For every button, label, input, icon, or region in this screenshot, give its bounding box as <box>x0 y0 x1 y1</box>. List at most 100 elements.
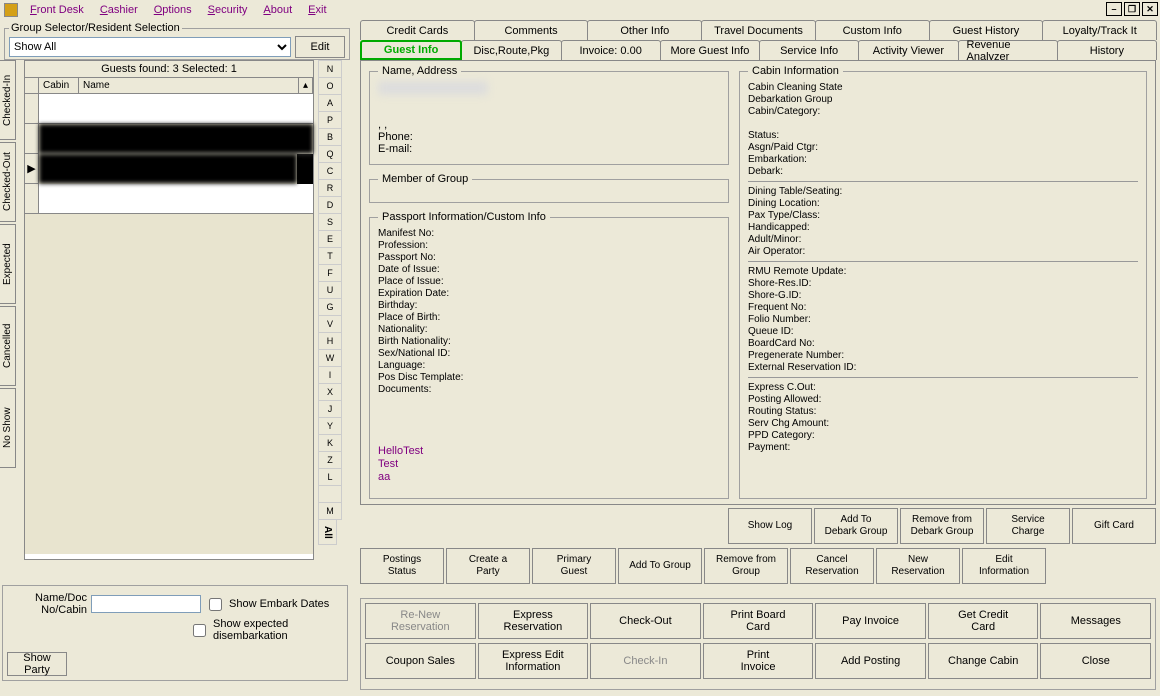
btn-close[interactable]: Close <box>1040 643 1151 679</box>
guest-name: hidden <box>378 81 488 95</box>
tab-credit-cards[interactable]: Credit Cards <box>360 20 475 40</box>
alpha-C[interactable]: C <box>318 162 342 180</box>
btn-add-posting[interactable]: Add Posting <box>815 643 926 679</box>
btn-check-out[interactable]: Check-Out <box>590 603 701 639</box>
tab-guest-history[interactable]: Guest History <box>929 20 1044 40</box>
btn-cancel-reservation[interactable]: CancelReservation <box>790 548 874 584</box>
vtab-expected[interactable]: Expected <box>0 224 16 304</box>
tab-travel-documents[interactable]: Travel Documents <box>701 20 816 40</box>
tab-comments[interactable]: Comments <box>474 20 589 40</box>
btn-remove-from-group[interactable]: Remove fromGroup <box>704 548 788 584</box>
alpha-Q[interactable]: Q <box>318 145 342 163</box>
tab-history[interactable]: History <box>1057 40 1157 60</box>
btn-remove-from-debark-group[interactable]: Remove fromDebark Group <box>900 508 984 544</box>
search-input[interactable] <box>91 595 201 613</box>
member-group-legend: Member of Group <box>378 173 472 185</box>
btn-create-a-party[interactable]: Create aParty <box>446 548 530 584</box>
btn-print-invoice[interactable]: PrintInvoice <box>703 643 814 679</box>
tab-loyalty-track-it[interactable]: Loyalty/Track It <box>1042 20 1157 40</box>
alpha-G[interactable]: G <box>318 298 342 316</box>
alpha-D[interactable]: D <box>318 196 342 214</box>
alpha-W[interactable]: W <box>318 349 342 367</box>
btn-primary-guest[interactable]: PrimaryGuest <box>532 548 616 584</box>
alpha-all[interactable]: All <box>318 519 337 545</box>
scroll-up-icon[interactable]: ▴ <box>299 78 313 93</box>
btn-print-board-card[interactable]: Print BoardCard <box>703 603 814 639</box>
action-row-2: PostingsStatusCreate aPartyPrimaryGuestA… <box>360 548 1156 584</box>
col-name[interactable]: Name <box>79 78 299 93</box>
alpha-Z[interactable]: Z <box>318 451 342 469</box>
chk-embark-dates[interactable] <box>209 598 222 611</box>
alpha-U[interactable]: U <box>318 281 342 299</box>
vtab-checked-out[interactable]: Checked-Out <box>0 142 16 222</box>
alpha-O[interactable]: O <box>318 77 342 95</box>
alpha-blank[interactable] <box>318 485 342 503</box>
menu-exit[interactable]: Exit <box>300 3 334 17</box>
show-party-button[interactable]: Show Party <box>7 652 67 676</box>
label-posting-allowed-: Posting Allowed: <box>748 394 898 405</box>
btn-change-cabin[interactable]: Change Cabin <box>928 643 1039 679</box>
btn-add-to-debark-group[interactable]: Add ToDebark Group <box>814 508 898 544</box>
btn-show-log[interactable]: Show Log <box>728 508 812 544</box>
tab-other-info[interactable]: Other Info <box>587 20 702 40</box>
alpha-N[interactable]: N <box>318 60 342 78</box>
close-window-button[interactable]: ✕ <box>1142 2 1158 16</box>
vtab-checked-in[interactable]: Checked-In <box>0 60 16 140</box>
menu-options[interactable]: Options <box>146 3 200 17</box>
alpha-Y[interactable]: Y <box>318 417 342 435</box>
alpha-R[interactable]: R <box>318 179 342 197</box>
menu-front-desk[interactable]: Front Desk <box>22 3 92 17</box>
vtab-cancelled[interactable]: Cancelled <box>0 306 16 386</box>
alpha-M[interactable]: M <box>318 502 342 520</box>
btn-new-reservation[interactable]: NewReservation <box>876 548 960 584</box>
alpha-S[interactable]: S <box>318 213 342 231</box>
btn-get-credit-card[interactable]: Get CreditCard <box>928 603 1039 639</box>
alpha-K[interactable]: K <box>318 434 342 452</box>
action-row-1: Show LogAdd ToDebark GroupRemove fromDeb… <box>360 508 1156 544</box>
alpha-B[interactable]: B <box>318 128 342 146</box>
menu-security[interactable]: Security <box>200 3 256 17</box>
btn-add-to-group[interactable]: Add To Group <box>618 548 702 584</box>
tab-revenue-analyzer[interactable]: Revenue Analyzer <box>958 40 1058 60</box>
grid-body[interactable]: ▶ <box>25 94 313 554</box>
tab-disc-route-pkg[interactable]: Disc,Route,Pkg <box>461 40 561 60</box>
tab-service-info[interactable]: Service Info <box>759 40 859 60</box>
edit-button[interactable]: Edit <box>295 36 345 58</box>
label-boardcard-no-: BoardCard No: <box>748 338 898 349</box>
alpha-I[interactable]: I <box>318 366 342 384</box>
alpha-P[interactable]: P <box>318 111 342 129</box>
alpha-H[interactable]: H <box>318 332 342 350</box>
alpha-L[interactable]: L <box>318 468 342 486</box>
btn-express-edit-information[interactable]: Express EditInformation <box>478 643 589 679</box>
btn-coupon-sales[interactable]: Coupon Sales <box>365 643 476 679</box>
alpha-T[interactable]: T <box>318 247 342 265</box>
btn-service-charge[interactable]: ServiceCharge <box>986 508 1070 544</box>
tab-custom-info[interactable]: Custom Info <box>815 20 930 40</box>
tab-activity-viewer[interactable]: Activity Viewer <box>858 40 958 60</box>
alpha-V[interactable]: V <box>318 315 342 333</box>
tab-guest-info[interactable]: Guest Info <box>360 40 462 60</box>
group-selector-dropdown[interactable]: Show All <box>9 37 291 57</box>
col-cabin[interactable]: Cabin <box>39 78 79 93</box>
chk-disembark[interactable] <box>193 624 206 637</box>
btn-gift-card[interactable]: Gift Card <box>1072 508 1156 544</box>
alpha-X[interactable]: X <box>318 383 342 401</box>
minimize-button[interactable]: – <box>1106 2 1122 16</box>
menu-about[interactable]: About <box>255 3 300 17</box>
btn-postings-status[interactable]: PostingsStatus <box>360 548 444 584</box>
vtab-no-show[interactable]: No Show <box>0 388 16 468</box>
btn-edit-information[interactable]: EditInformation <box>962 548 1046 584</box>
btn-messages[interactable]: Messages <box>1040 603 1151 639</box>
alpha-A[interactable]: A <box>318 94 342 112</box>
tab-more-guest-info[interactable]: More Guest Info <box>660 40 760 60</box>
tab-invoice-[interactable]: Invoice: 0.00 <box>561 40 661 60</box>
alpha-E[interactable]: E <box>318 230 342 248</box>
restore-button[interactable]: ❐ <box>1124 2 1140 16</box>
alpha-F[interactable]: F <box>318 264 342 282</box>
btn-express-reservation[interactable]: ExpressReservation <box>478 603 589 639</box>
phone-label: Phone: <box>378 131 720 143</box>
name-address-group: Name, Address hidden , , Phone: E-mail: <box>369 65 729 165</box>
btn-pay-invoice[interactable]: Pay Invoice <box>815 603 926 639</box>
alpha-J[interactable]: J <box>318 400 342 418</box>
menu-cashier[interactable]: Cashier <box>92 3 146 17</box>
